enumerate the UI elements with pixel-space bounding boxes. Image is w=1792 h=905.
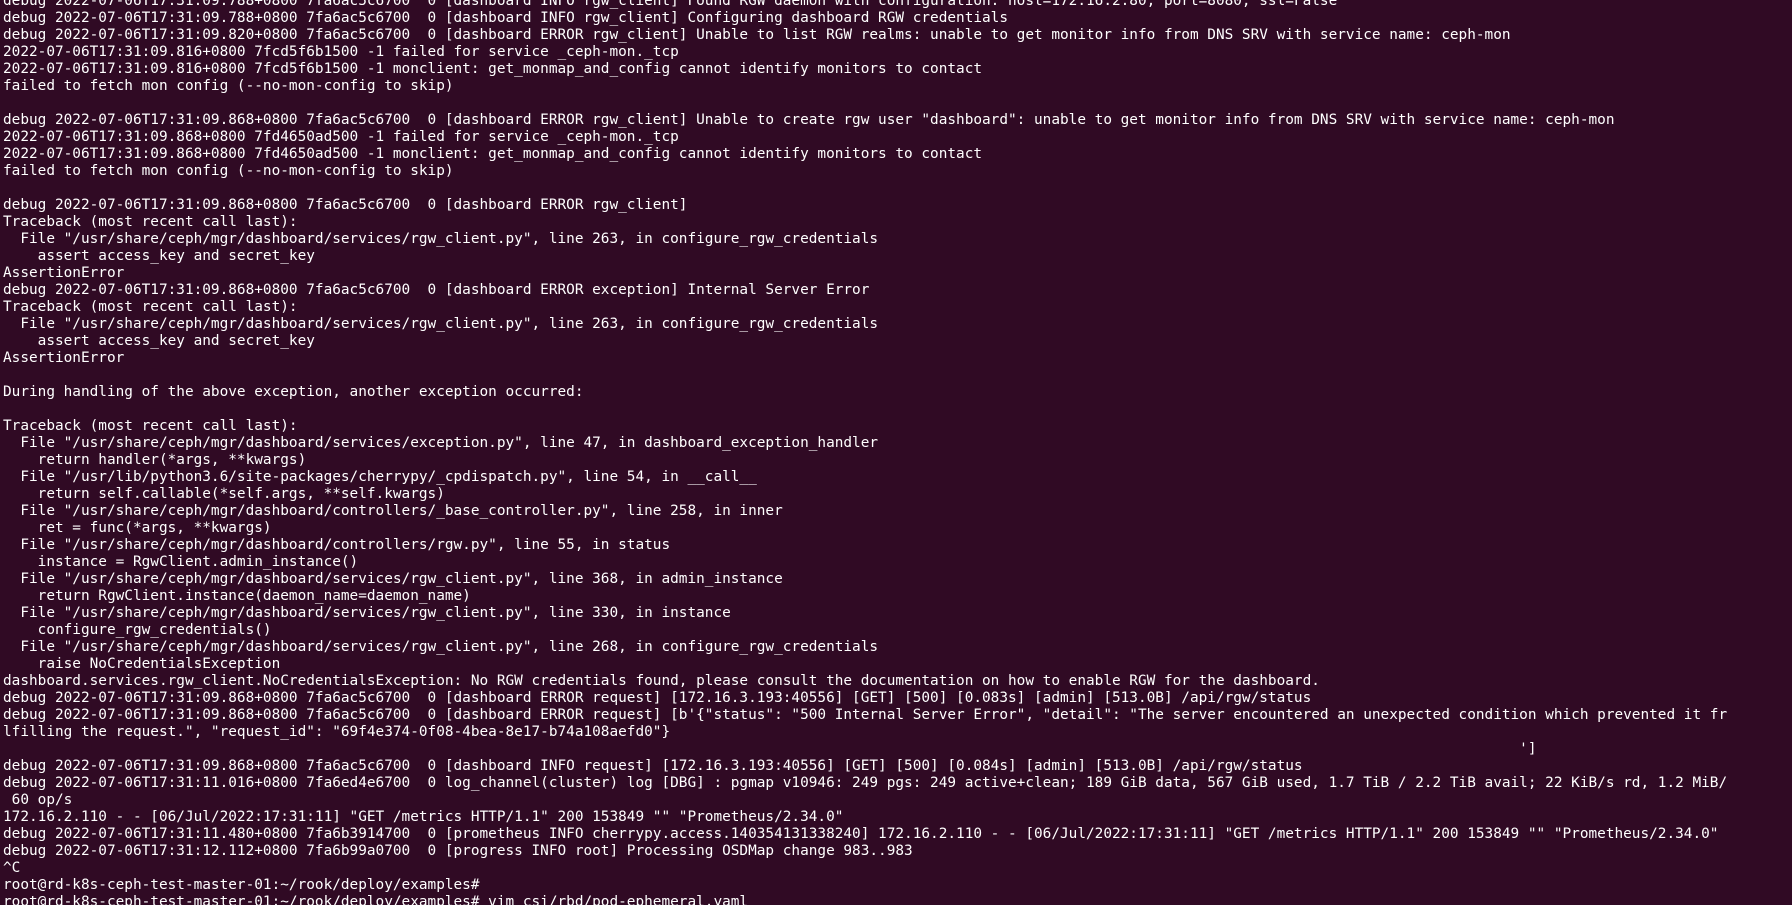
terminal-line: debug 2022-07-06T17:31:09.868+0800 7fa6a… [3,707,1728,723]
terminal-line: return self.callable(*self.args, **self.… [3,486,445,502]
terminal-line: Traceback (most recent call last): [3,418,298,434]
terminal-line: File "/usr/share/ceph/mgr/dashboard/serv… [3,605,731,621]
terminal-line: failed to fetch mon config (--no-mon-con… [3,163,454,179]
terminal-line: raise NoCredentialsException [3,656,281,672]
terminal-line: AssertionError [3,265,125,281]
terminal-line: ret = func(*args, **kwargs) [3,520,272,536]
terminal-line: return RgwClient.instance(daemon_name=da… [3,588,471,604]
terminal-prompt-line: root@rd-k8s-ceph-test-master-01:~/rook/d… [3,877,480,893]
terminal-line: debug 2022-07-06T17:31:09.868+0800 7fa6a… [3,690,1312,706]
terminal-line: File "/usr/share/ceph/mgr/dashboard/serv… [3,435,879,451]
terminal-line: debug 2022-07-06T17:31:12.112+0800 7fa6b… [3,843,913,859]
terminal-line: dashboard.services.rgw_client.NoCredenti… [3,673,1320,689]
terminal-line: instance = RgwClient.admin_instance() [3,554,359,570]
terminal-line: failed to fetch mon config (--no-mon-con… [3,78,454,94]
terminal-line: File "/usr/lib/python3.6/site-packages/c… [3,469,757,485]
terminal-line: ^C [3,860,21,876]
terminal-line: debug 2022-07-06T17:31:09.820+0800 7fa6a… [3,27,1511,43]
terminal-command-line[interactable]: root@rd-k8s-ceph-test-master-01:~/rook/d… [3,894,1792,905]
terminal-line: During handling of the above exception, … [3,384,584,400]
terminal-line: File "/usr/share/ceph/mgr/dashboard/serv… [3,571,783,587]
terminal-line: debug 2022-07-06T17:31:09.788+0800 7fa6a… [3,0,1338,9]
terminal-line: File "/usr/share/ceph/mgr/dashboard/serv… [3,639,879,655]
terminal-line: 2022-07-06T17:31:09.816+0800 7fcd5f6b150… [3,61,983,77]
terminal-line: debug 2022-07-06T17:31:11.480+0800 7fa6b… [3,826,1719,842]
terminal-line: assert access_key and secret_key [3,248,315,264]
terminal-line: 2022-07-06T17:31:09.816+0800 7fcd5f6b150… [3,44,679,60]
terminal-line: Traceback (most recent call last): [3,214,298,230]
terminal-line: '] [3,741,1537,757]
terminal-line: debug 2022-07-06T17:31:09.868+0800 7fa6a… [3,758,1303,774]
terminal-line: 60 op/s [3,792,73,808]
terminal-line: debug 2022-07-06T17:31:09.868+0800 7fa6a… [3,197,688,213]
terminal-line: debug 2022-07-06T17:31:09.868+0800 7fa6a… [3,282,870,298]
terminal-window[interactable]: debug 2022-07-06T17:31:09.788+0800 7fa6a… [0,0,1792,905]
terminal-line: 172.16.2.110 - - [06/Jul/2022:17:31:11] … [3,809,844,825]
terminal-line: assert access_key and secret_key [3,333,315,349]
terminal-line: debug 2022-07-06T17:31:09.788+0800 7fa6a… [3,10,1009,26]
terminal-line: debug 2022-07-06T17:31:11.016+0800 7fa6e… [3,775,1728,791]
terminal-line: AssertionError [3,350,125,366]
terminal-line: configure_rgw_credentials() [3,622,272,638]
terminal-line: 2022-07-06T17:31:09.868+0800 7fd4650ad50… [3,129,679,145]
terminal-line: Traceback (most recent call last): [3,299,298,315]
terminal-line: lfilling the request.", "request_id": "6… [3,724,671,740]
terminal-line: File "/usr/share/ceph/mgr/dashboard/serv… [3,316,879,332]
terminal-line: 2022-07-06T17:31:09.868+0800 7fd4650ad50… [3,146,983,162]
terminal-line: debug 2022-07-06T17:31:09.868+0800 7fa6a… [3,112,1615,128]
terminal-line: File "/usr/share/ceph/mgr/dashboard/serv… [3,231,879,247]
terminal-line: File "/usr/share/ceph/mgr/dashboard/cont… [3,503,783,519]
terminal-line: return handler(*args, **kwargs) [3,452,307,468]
terminal-scrollback: debug 2022-07-06T17:31:09.788+0800 7fa6a… [3,0,1792,905]
terminal-line: File "/usr/share/ceph/mgr/dashboard/cont… [3,537,671,553]
